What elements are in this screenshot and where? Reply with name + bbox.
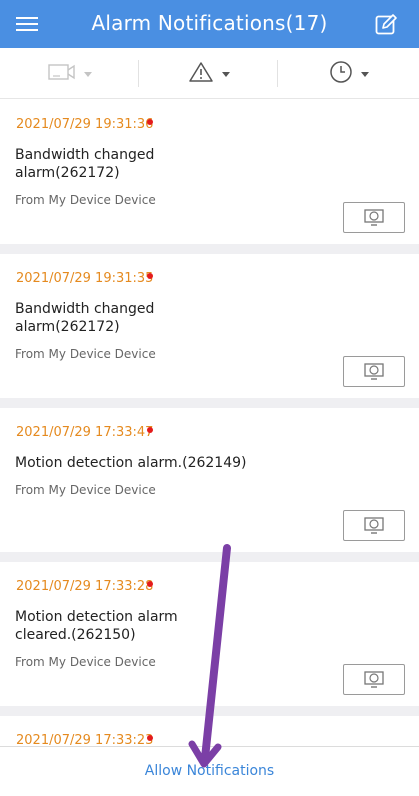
alarm-timestamp: 2021/07/29 19:31:36 [16, 117, 154, 132]
playback-button[interactable] [343, 202, 405, 233]
monitor-playback-icon [364, 362, 384, 380]
edit-icon[interactable] [374, 13, 398, 37]
alarm-title: Motion detection alarm.(262149) [15, 455, 247, 471]
allow-notifications-button[interactable]: Allow Notifications [0, 763, 419, 779]
app-header: Alarm Notifications(17) [0, 0, 419, 48]
chevron-down-icon [83, 72, 92, 77]
alarm-source: From My Device Device [15, 347, 156, 361]
alarm-title: Bandwidth changed alarm(262172) [15, 147, 155, 181]
chevron-down-icon [360, 72, 369, 77]
unread-indicator [147, 273, 153, 279]
unread-indicator [147, 735, 153, 741]
alarm-timestamp: 2021/07/29 19:31:35 [16, 271, 154, 286]
notification-footer: Allow Notifications [0, 746, 419, 796]
camera-icon [47, 63, 76, 85]
alarm-title: Motion detection alarm cleared.(262150) [15, 609, 178, 643]
playback-button[interactable] [343, 510, 405, 541]
alarm-source: From My Device Device [15, 193, 156, 207]
alarm-title: Bandwidth changed alarm(262172) [15, 301, 155, 335]
alarm-timestamp: 2021/07/29 17:33:28 [16, 579, 154, 594]
alarm-item[interactable]: 2021/07/29 19:31:35 Bandwidth changed al… [0, 254, 419, 398]
warning-icon [188, 61, 214, 87]
camera-filter-dropdown[interactable] [0, 48, 139, 99]
filter-bar [0, 48, 419, 99]
chevron-down-icon [221, 72, 230, 77]
monitor-playback-icon [364, 208, 384, 226]
playback-button[interactable] [343, 356, 405, 387]
alarm-item[interactable]: 2021/07/29 19:31:36 Bandwidth changed al… [0, 100, 419, 244]
page-title: Alarm Notifications(17) [91, 11, 328, 35]
time-filter-dropdown[interactable] [278, 48, 419, 99]
monitor-playback-icon [364, 670, 384, 688]
monitor-playback-icon [364, 516, 384, 534]
alarm-source: From My Device Device [15, 483, 156, 497]
unread-indicator [147, 581, 153, 587]
alarm-type-filter-dropdown[interactable] [139, 48, 278, 99]
playback-button[interactable] [343, 664, 405, 695]
alarm-item[interactable]: 2021/07/29 17:33:47 Motion detection ala… [0, 408, 419, 552]
unread-indicator [147, 119, 153, 125]
alarm-timestamp: 2021/07/29 17:33:47 [16, 425, 154, 440]
clock-icon [329, 60, 353, 88]
unread-indicator [147, 427, 153, 433]
alarm-source: From My Device Device [15, 655, 156, 669]
alarm-item[interactable]: 2021/07/29 17:33:28 Motion detection ala… [0, 562, 419, 706]
